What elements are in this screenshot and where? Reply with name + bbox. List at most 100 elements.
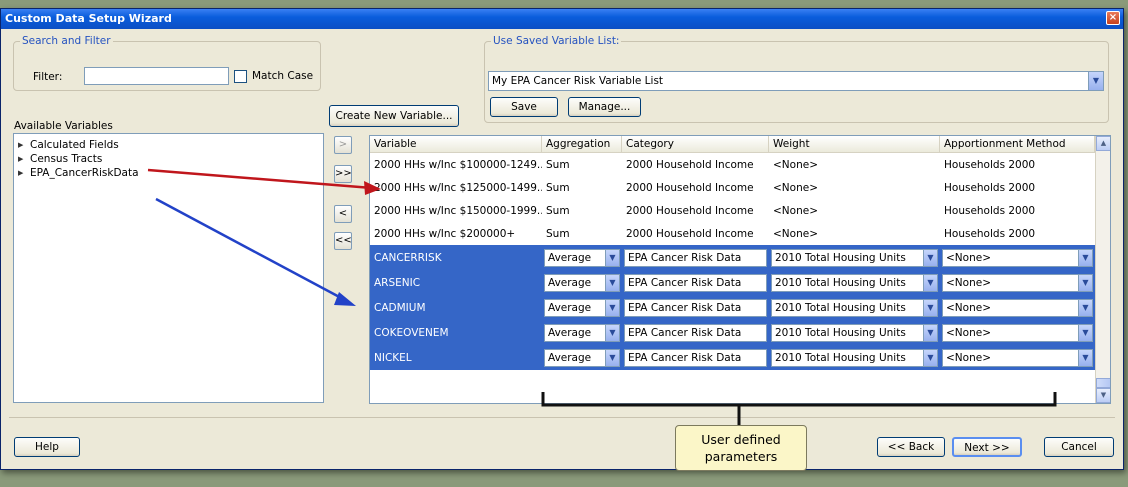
column-header-apportionment[interactable]: Apportionment Method [940,136,1095,152]
category-combobox[interactable]: EPA Cancer Risk Data [624,298,767,317]
category-combobox[interactable]: EPA Cancer Risk Data [624,248,767,267]
saved-list-select[interactable]: My EPA Cancer Risk Variable List ▼ [488,71,1104,91]
next-button[interactable]: Next >> [952,437,1022,457]
chevron-down-icon[interactable]: ▼ [1078,274,1092,291]
category-combobox[interactable]: EPA Cancer Risk Data [624,323,767,342]
add-one-button[interactable]: > [334,136,352,154]
chevron-down-icon[interactable]: ▼ [923,274,937,291]
callout-line-2: parameters [704,449,778,464]
table-row[interactable]: 2000 HHs w/Inc $125000-1499... Sum 2000 Ho… [370,176,1110,199]
close-button[interactable]: × [1106,11,1120,25]
remove-one-button[interactable]: < [334,205,352,223]
scroll-thumb[interactable] [1096,378,1110,388]
table-row-selected[interactable]: COKEOVENEM Average ▼ EPA Cancer Risk Data 20… [370,320,1110,345]
aggregation-combobox[interactable]: Average ▼ [544,298,620,317]
apportionment-combobox[interactable]: <None> ▼ [942,273,1093,292]
cell-weight: <None> [773,227,818,240]
category-combobox[interactable]: EPA Cancer Risk Data [624,348,767,367]
chevron-down-icon[interactable]: ▼ [605,249,619,266]
cell-aggregation: Sum [546,204,570,217]
weight-value: 2010 Total Housing Units [775,351,906,364]
chevron-down-icon[interactable]: ▼ [1078,324,1092,341]
aggregation-value: Average [548,351,592,364]
chevron-down-icon[interactable]: ▼ [923,249,937,266]
column-header-variable[interactable]: Variable [370,136,542,152]
category-combobox[interactable]: EPA Cancer Risk Data [624,273,767,292]
scroll-up-icon[interactable]: ▲ [1096,136,1110,151]
cell-variable: NICKEL [374,351,412,364]
help-button[interactable]: Help [14,437,80,457]
chevron-down-icon[interactable]: ▼ [605,324,619,341]
scroll-down-icon[interactable]: ▼ [1096,388,1110,403]
table-row[interactable]: 2000 HHs w/Inc $200000+ Sum 2000 Household… [370,222,1110,245]
chevron-down-icon[interactable]: ▼ [1078,349,1092,366]
cell-apportionment: Households 2000 [944,158,1036,171]
weight-combobox[interactable]: 2010 Total Housing Units ▼ [771,248,938,267]
tree-item-census-tracts[interactable]: ▶ Census Tracts [18,152,319,166]
chevron-down-icon[interactable]: ▼ [605,349,619,366]
add-all-button[interactable]: >> [334,165,352,183]
apportionment-combobox[interactable]: <None> ▼ [942,323,1093,342]
cancel-button[interactable]: Cancel [1044,437,1114,457]
aggregation-combobox[interactable]: Average ▼ [544,323,620,342]
chevron-down-icon[interactable]: ▼ [1088,72,1103,90]
tree-item-epa-cancer-risk-data[interactable]: ▶ EPA_CancerRiskData [18,166,319,180]
vertical-scrollbar[interactable]: ▲ ▼ [1095,136,1110,403]
filter-input[interactable] [84,67,229,85]
match-case-checkbox[interactable] [234,70,247,83]
aggregation-combobox[interactable]: Average ▼ [544,273,620,292]
chevron-down-icon[interactable]: ▼ [1078,299,1092,316]
cell-variable: 2000 HHs w/Inc $200000+ [374,227,516,240]
table-row[interactable]: 2000 HHs w/Inc $150000-1999... Sum 2000 Ho… [370,199,1110,222]
apportionment-combobox[interactable]: <None> ▼ [942,348,1093,367]
footer-divider [9,417,1115,418]
expand-arrow-icon[interactable]: ▶ [18,155,26,163]
save-button[interactable]: Save [490,97,558,117]
apportionment-combobox[interactable]: <None> ▼ [942,248,1093,267]
weight-value: 2010 Total Housing Units [775,251,906,264]
table-row-selected[interactable]: CANCERRISK Average ▼ EPA Cancer Risk Data 20… [370,245,1110,270]
manage-button[interactable]: Manage... [568,97,641,117]
column-header-weight[interactable]: Weight [769,136,940,152]
weight-combobox[interactable]: 2010 Total Housing Units ▼ [771,298,938,317]
user-defined-callout: User defined parameters [675,425,807,471]
apportionment-combobox[interactable]: <None> ▼ [942,298,1093,317]
weight-combobox[interactable]: 2010 Total Housing Units ▼ [771,273,938,292]
tree-item-label: Census Tracts [30,153,103,165]
chevron-down-icon[interactable]: ▼ [923,349,937,366]
table-row-selected[interactable]: CADMIUM Average ▼ EPA Cancer Risk Data 2010 … [370,295,1110,320]
saved-list-value: My EPA Cancer Risk Variable List [492,75,664,87]
weight-combobox[interactable]: 2010 Total Housing Units ▼ [771,323,938,342]
expand-arrow-icon[interactable]: ▶ [18,141,26,149]
remove-all-button[interactable]: << [334,232,352,250]
expand-arrow-icon[interactable]: ▶ [18,169,26,177]
column-header-aggregation[interactable]: Aggregation [542,136,622,152]
cell-weight: <None> [773,158,818,171]
title-bar[interactable]: Custom Data Setup Wizard × [1,9,1123,29]
aggregation-combobox[interactable]: Average ▼ [544,348,620,367]
back-button[interactable]: << Back [877,437,945,457]
column-header-category[interactable]: Category [622,136,769,152]
variables-grid[interactable]: Variable Aggregation Category Weight App… [369,135,1111,404]
aggregation-combobox[interactable]: Average ▼ [544,248,620,267]
table-row-selected[interactable]: NICKEL Average ▼ EPA Cancer Risk Data 2010 T… [370,345,1110,370]
cell-aggregation: Sum [546,227,570,240]
apportionment-value: <None> [946,351,991,364]
cell-weight: <None> [773,181,818,194]
aggregation-value: Average [548,326,592,339]
chevron-down-icon[interactable]: ▼ [605,274,619,291]
available-variables-tree[interactable]: ▶ Calculated Fields ▶ Census Tracts ▶ EP… [13,133,324,403]
weight-combobox[interactable]: 2010 Total Housing Units ▼ [771,348,938,367]
table-row[interactable]: 2000 HHs w/Inc $100000-1249... Sum 2000 Ho… [370,153,1110,176]
tree-item-calculated-fields[interactable]: ▶ Calculated Fields [18,138,319,152]
chevron-down-icon[interactable]: ▼ [605,299,619,316]
chevron-down-icon[interactable]: ▼ [923,299,937,316]
chevron-down-icon[interactable]: ▼ [1078,249,1092,266]
category-value: EPA Cancer Risk Data [628,276,742,289]
cell-weight: <None> [773,204,818,217]
chevron-down-icon[interactable]: ▼ [923,324,937,341]
search-filter-legend: Search and Filter [20,35,113,47]
create-new-variable-button[interactable]: Create New Variable... [329,105,459,127]
table-row-selected[interactable]: ARSENIC Average ▼ EPA Cancer Risk Data 2010 … [370,270,1110,295]
category-value: EPA Cancer Risk Data [628,326,742,339]
